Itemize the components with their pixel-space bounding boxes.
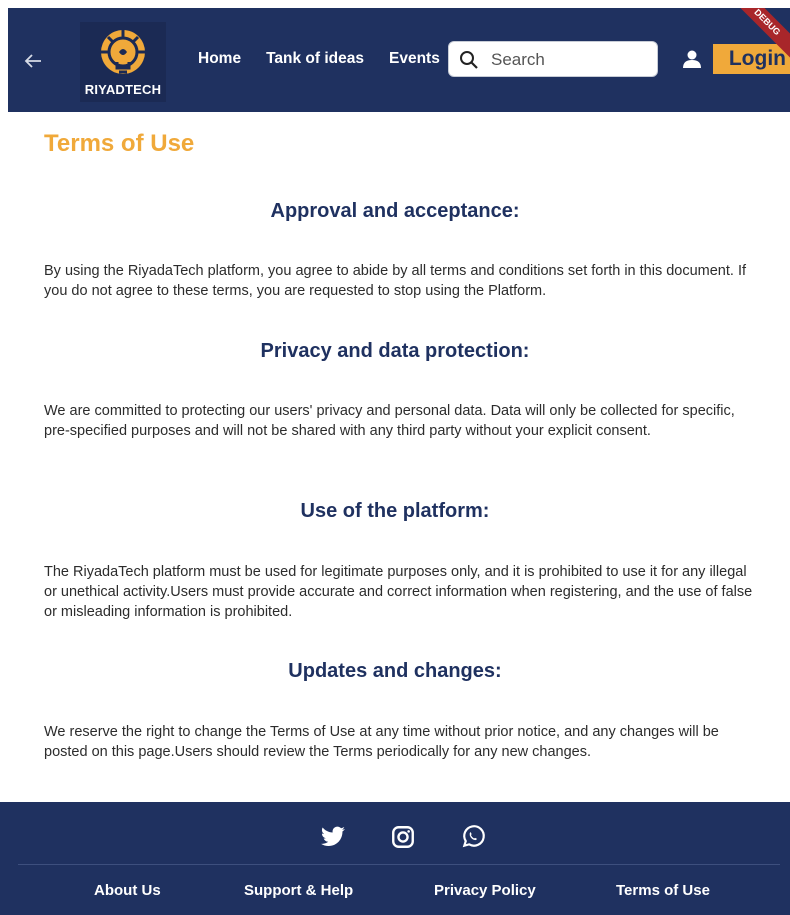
section-heading-use: Use of the platform:	[300, 500, 490, 522]
page-title: Terms of Use	[44, 130, 195, 157]
footer-link-support-help[interactable]: Support & Help	[244, 882, 353, 899]
social-links	[320, 824, 486, 850]
footer: About Us Support & Help Privacy Policy T…	[0, 802, 790, 915]
section-body-use: The RiyadaTech platform must be used for…	[44, 564, 753, 620]
footer-link-terms-of-use[interactable]: Terms of Use	[616, 882, 710, 899]
nav-events[interactable]: Events	[389, 50, 440, 68]
lightbulb-gear-icon	[101, 30, 145, 74]
section-heading-privacy: Privacy and data protection:	[260, 340, 530, 362]
user-icon[interactable]	[682, 49, 702, 74]
main-nav: Home Tank of ideas Events	[198, 50, 440, 68]
section-body-approval: By using the RiyadaTech platform, you ag…	[44, 263, 747, 299]
footer-link-privacy-policy[interactable]: Privacy Policy	[434, 882, 536, 899]
section-body-updates: We reserve the right to change the Terms…	[44, 724, 719, 760]
whatsapp-icon[interactable]	[460, 824, 486, 850]
search-input[interactable]	[489, 46, 653, 74]
nav-tank-of-ideas[interactable]: Tank of ideas	[266, 50, 364, 68]
instagram-icon[interactable]	[390, 824, 416, 850]
section-heading-updates: Updates and changes:	[288, 660, 502, 682]
section-heading-approval: Approval and acceptance:	[270, 200, 520, 222]
search-icon	[460, 51, 478, 69]
logo-text: RIYADTECH	[84, 82, 162, 97]
section-body-privacy: We are committed to protecting our users…	[44, 403, 735, 439]
riyadtech-logo[interactable]: RIYADTECH	[80, 22, 166, 102]
footer-link-about-us[interactable]: About Us	[94, 882, 161, 899]
twitter-icon[interactable]	[320, 824, 346, 850]
footer-divider	[18, 864, 780, 865]
search-box[interactable]	[448, 41, 658, 77]
back-arrow-icon[interactable]	[22, 50, 44, 72]
login-button[interactable]: Login	[713, 44, 790, 74]
top-navbar: RIYADTECH Home Tank of ideas Events Logi…	[8, 8, 790, 112]
nav-home[interactable]: Home	[198, 50, 241, 68]
